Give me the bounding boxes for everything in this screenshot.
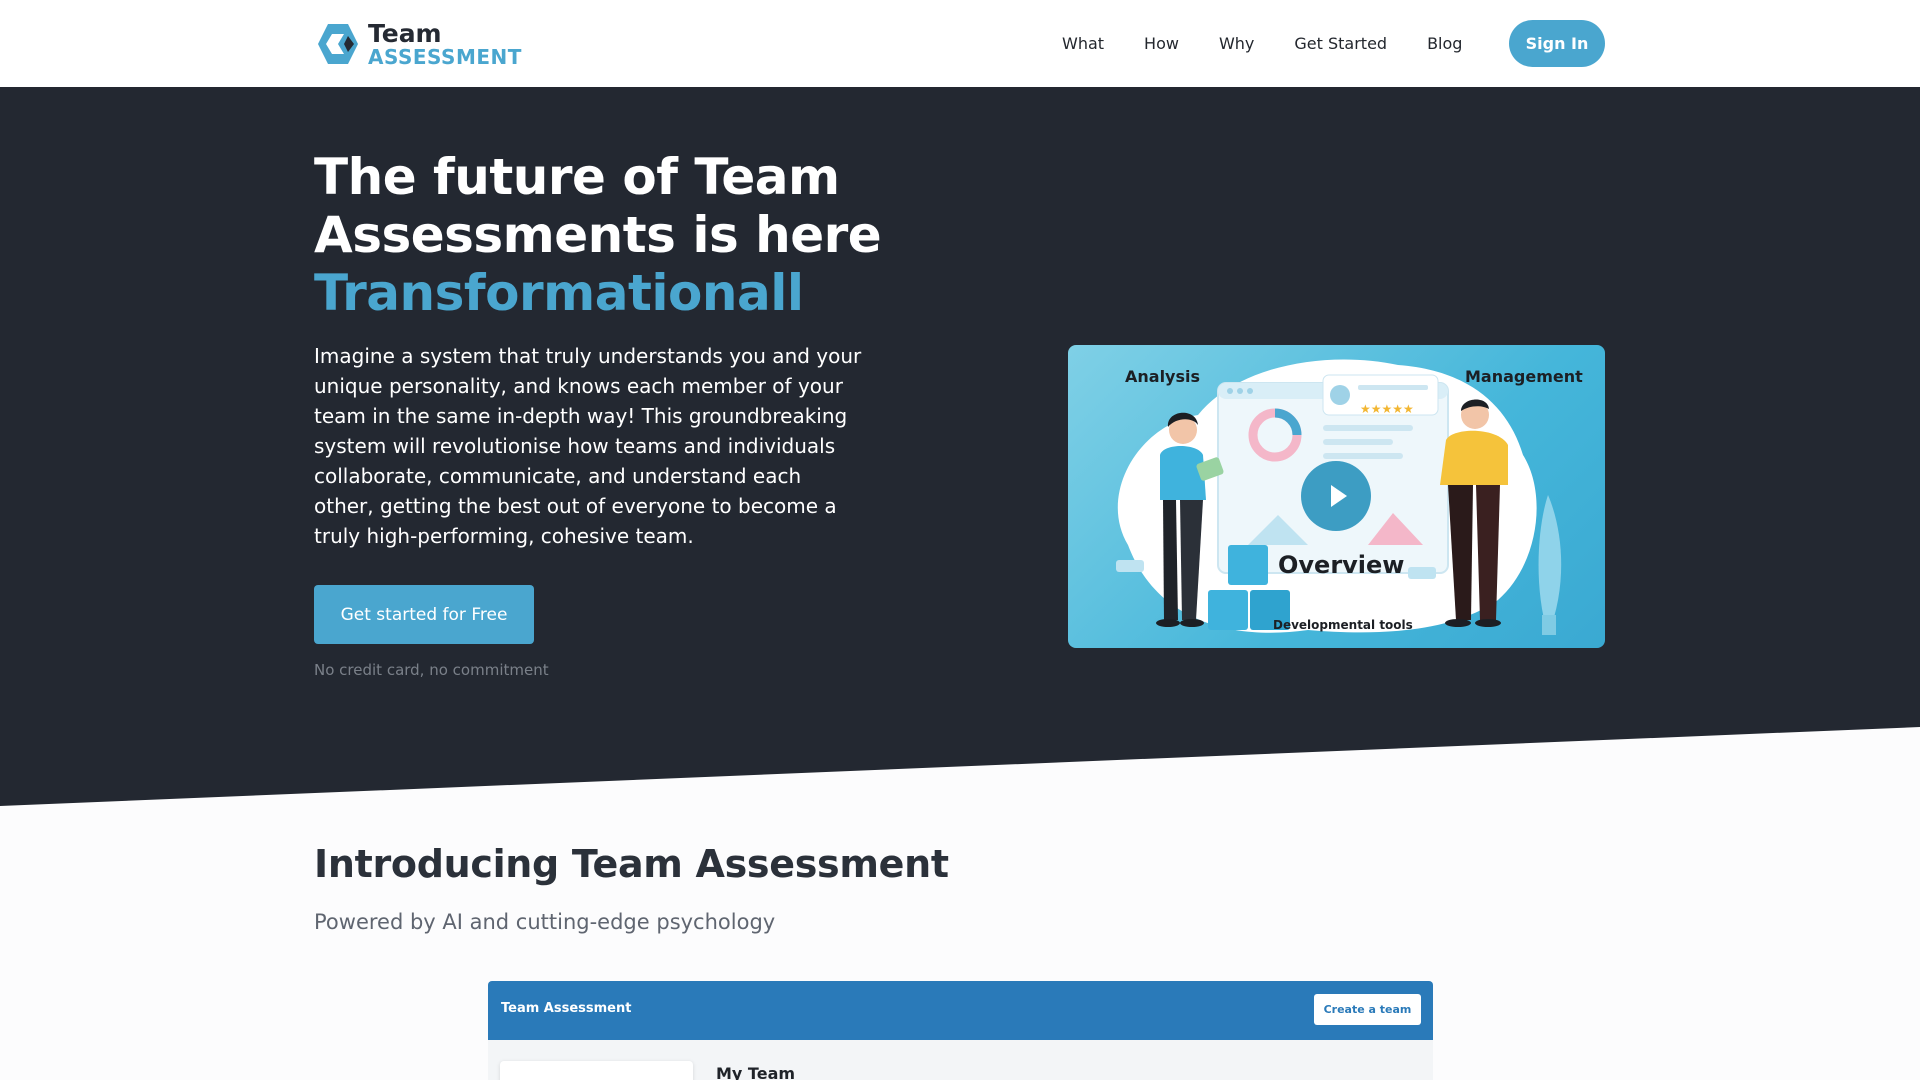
hero-title: The future of Team Assessments is here xyxy=(314,148,882,264)
video-label-developmental-tools: Developmental tools xyxy=(1273,618,1413,632)
nav-link-get-started[interactable]: Get Started xyxy=(1294,34,1387,53)
app-preview-header: Team Assessment Create a team xyxy=(488,981,1433,1040)
sign-in-button[interactable]: Sign In xyxy=(1509,20,1605,67)
video-label-management: Management xyxy=(1465,367,1583,386)
app-preview-heading: My Team xyxy=(716,1064,796,1080)
hero-title-accent: Transformationall xyxy=(314,264,804,322)
app-preview-title: Team Assessment xyxy=(501,1001,632,1016)
app-preview-screenshot: Team Assessment Create a team My Team xyxy=(488,981,1433,1080)
logo-text-assessment: ASSESSMENT xyxy=(368,45,522,69)
video-label-overview: Overview xyxy=(1278,551,1405,579)
hero-section xyxy=(0,87,1920,806)
logo-text-team: Team xyxy=(368,19,442,48)
nav-links: What How Why Get Started Blog xyxy=(1062,0,1462,87)
get-started-free-button[interactable]: Get started for Free xyxy=(314,585,534,644)
intro-title: Introducing Team Assessment xyxy=(314,842,949,886)
play-icon xyxy=(1330,485,1347,507)
nav-link-why[interactable]: Why xyxy=(1219,34,1254,53)
play-button[interactable] xyxy=(1301,461,1371,531)
svg-text:★★★★★: ★★★★★ xyxy=(1360,402,1414,416)
top-navigation-bar: Team ASSESSMENT What How Why Get Started… xyxy=(0,0,1920,87)
cta-note: No credit card, no commitment xyxy=(314,661,549,679)
app-preview-create-team-button: Create a team xyxy=(1314,994,1421,1025)
team-assessment-logo-icon xyxy=(318,24,358,64)
nav-link-what[interactable]: What xyxy=(1062,34,1104,53)
app-preview-card xyxy=(500,1061,693,1080)
hero-description: Imagine a system that truly understands … xyxy=(314,344,862,548)
overview-video-thumbnail[interactable]: ★★★★★ Analysis Management Overview Devel… xyxy=(1068,345,1605,648)
nav-link-blog[interactable]: Blog xyxy=(1427,34,1462,53)
intro-subtitle: Powered by AI and cutting-edge psycholog… xyxy=(314,910,776,934)
nav-link-how[interactable]: How xyxy=(1144,34,1179,53)
video-label-analysis: Analysis xyxy=(1125,367,1201,386)
site-logo[interactable]: Team ASSESSMENT xyxy=(314,20,522,68)
